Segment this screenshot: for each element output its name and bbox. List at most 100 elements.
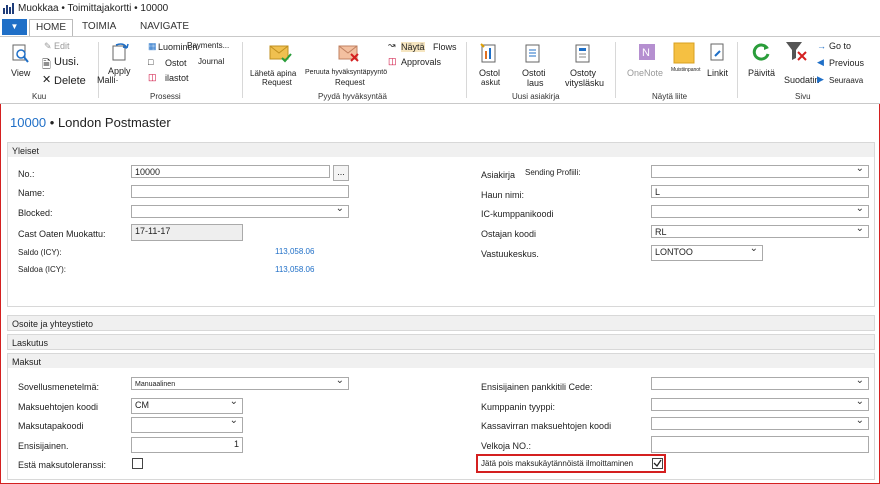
- no-field[interactable]: 10000: [131, 165, 330, 178]
- group-label-approval: Pyydä hyväksyntää: [318, 92, 387, 101]
- balance-due-value[interactable]: 113,058.06: [275, 265, 314, 274]
- purchase-order-button[interactable]: Ostoti: [522, 68, 546, 78]
- edit-icon: ✎: [44, 41, 52, 51]
- orders-icon: □: [148, 57, 154, 67]
- edit-button[interactable]: Edit: [54, 41, 70, 51]
- responsibility-label: Vastuukeskus.: [481, 249, 539, 259]
- approvals-icon: ◫: [388, 56, 397, 66]
- search-name-label: Haun nimi:: [481, 190, 525, 200]
- flows-button[interactable]: Flows: [433, 42, 457, 52]
- onenote-button[interactable]: OneNote: [627, 68, 663, 78]
- previous-button[interactable]: Previous: [829, 58, 864, 68]
- section-invoicing-header[interactable]: Laskutus: [7, 334, 875, 350]
- priority-field[interactable]: 1: [131, 437, 243, 453]
- payments-button[interactable]: Payments...: [187, 41, 229, 50]
- cash-flow-terms-select[interactable]: [651, 414, 869, 430]
- purchase-invoice-button[interactable]: Ostoty: [570, 68, 596, 78]
- notes-button[interactable]: Muistiinpanot: [671, 67, 700, 73]
- payment-method-label: Maksutapakoodi: [18, 421, 84, 431]
- no-label: No.:: [18, 169, 35, 179]
- cancel-approval-icon: [338, 45, 359, 62]
- exclude-payment-label: Jätä pois maksukäytännöistä ilmoittamine…: [481, 459, 634, 468]
- assist-edit-button[interactable]: ...: [333, 165, 349, 181]
- group-separator: [737, 42, 738, 98]
- section-general-header[interactable]: Yleiset: [7, 142, 875, 158]
- block-tolerance-checkbox[interactable]: [132, 458, 143, 469]
- filter-button[interactable]: Suodatin: [784, 75, 820, 85]
- statistics-button[interactable]: ilastot: [165, 73, 189, 83]
- cash-flow-terms-label: Kassavirran maksuehtojen koodi: [481, 421, 612, 431]
- tab-navigate[interactable]: NAVIGATE: [140, 21, 189, 32]
- application-method-select[interactable]: Manuaalinen: [131, 374, 349, 390]
- purchase-order-icon: [525, 44, 540, 63]
- section-payments-header[interactable]: Maksut: [7, 353, 875, 369]
- preferred-bank-select[interactable]: [651, 374, 869, 390]
- refresh-icon: [752, 43, 770, 61]
- delete-icon: ✕: [42, 74, 52, 86]
- name-field[interactable]: [131, 185, 349, 198]
- approvals-button[interactable]: Approvals: [401, 57, 441, 67]
- purchase-quote-button[interactable]: Ostol: [479, 68, 500, 78]
- section-address-label: Osoite ja yhteystieto: [12, 319, 94, 329]
- links-button[interactable]: Linkit: [707, 68, 728, 78]
- journal-button[interactable]: Journal: [198, 57, 224, 66]
- payment-terms-label: Maksuehtojen koodi: [18, 402, 99, 412]
- responsibility-select[interactable]: LONTOO: [651, 242, 763, 261]
- show-button[interactable]: Näytä: [401, 42, 425, 52]
- tab-actions[interactable]: TOIMIA: [82, 21, 116, 32]
- goto-icon: →: [817, 41, 826, 51]
- cancel-approval-request: Request: [335, 78, 365, 87]
- purchase-quote-label: askut: [481, 78, 501, 87]
- blocked-select[interactable]: [131, 202, 349, 218]
- create-icon: ▦: [148, 41, 157, 51]
- search-name-field[interactable]: L: [651, 185, 869, 198]
- last-modified-field: 17-11-17: [131, 224, 243, 241]
- apply-template-icon: [112, 43, 129, 61]
- balance-due-label: Saldoa (ICY):: [18, 265, 67, 274]
- group-separator: [466, 42, 467, 98]
- sending-profile-select[interactable]: [651, 162, 869, 178]
- exclude-payment-checkbox[interactable]: [652, 458, 663, 469]
- next-icon: ▶: [817, 74, 824, 84]
- ic-partner-select[interactable]: [651, 202, 869, 218]
- app-menu-button[interactable]: ▼: [2, 19, 27, 35]
- group-label-new-document: Uusi asiakirja: [512, 92, 560, 101]
- purchase-invoice-label: vitysläsku: [565, 78, 605, 88]
- document-label: Asiakirja: [481, 170, 516, 180]
- group-separator: [98, 42, 99, 98]
- delete-button[interactable]: Delete: [54, 75, 86, 87]
- send-approval-icon: [269, 45, 292, 63]
- vendor-number-link[interactable]: 10000: [10, 115, 46, 130]
- view-button[interactable]: View: [11, 68, 30, 78]
- vendor-name-title: • London Postmaster: [49, 115, 171, 130]
- onenote-icon: N: [639, 44, 655, 60]
- group-separator: [242, 42, 243, 98]
- orders-button[interactable]: Ostot: [165, 58, 187, 68]
- purchaser-select[interactable]: RL: [651, 222, 869, 238]
- title-bar: Muokkaa • Toimittajakortti • 10000: [0, 0, 880, 19]
- previous-icon: ◀: [817, 57, 824, 67]
- cancel-approval-button[interactable]: Peruuta hyväksyntäpyyntö: [305, 69, 387, 76]
- notes-icon: [673, 42, 695, 64]
- goto-button[interactable]: Go to: [829, 41, 851, 51]
- last-modified-label: Cast Oaten Muokattu:: [18, 229, 106, 239]
- creditor-no-field[interactable]: [651, 436, 869, 453]
- next-button[interactable]: Seuraava: [829, 76, 863, 85]
- partner-type-select[interactable]: [651, 395, 869, 411]
- new-button[interactable]: Uusi.: [54, 56, 79, 68]
- payment-terms-select[interactable]: CM: [131, 395, 243, 414]
- purchaser-label: Ostajan koodi: [481, 229, 537, 239]
- section-invoicing-label: Laskutus: [12, 338, 49, 348]
- refresh-button[interactable]: Päivitä: [748, 68, 775, 78]
- balance-lcy-value[interactable]: 113,058.06: [275, 247, 314, 256]
- send-approval-button[interactable]: Lähetä apina: [250, 69, 296, 78]
- group-label-view: Kuu: [32, 92, 47, 101]
- application-method-label: Sovellusmenetelmä:: [18, 382, 100, 392]
- payment-method-select[interactable]: [131, 414, 243, 433]
- section-address-header[interactable]: Osoite ja yhteystieto: [7, 315, 875, 331]
- filter-icon: [786, 42, 807, 61]
- purchase-invoice-icon: [575, 44, 590, 63]
- preferred-bank-label: Ensisijainen pankkitili Cede:: [481, 382, 593, 392]
- group-label-process: Prosessi: [150, 92, 181, 101]
- send-approval-request: Request: [262, 78, 292, 87]
